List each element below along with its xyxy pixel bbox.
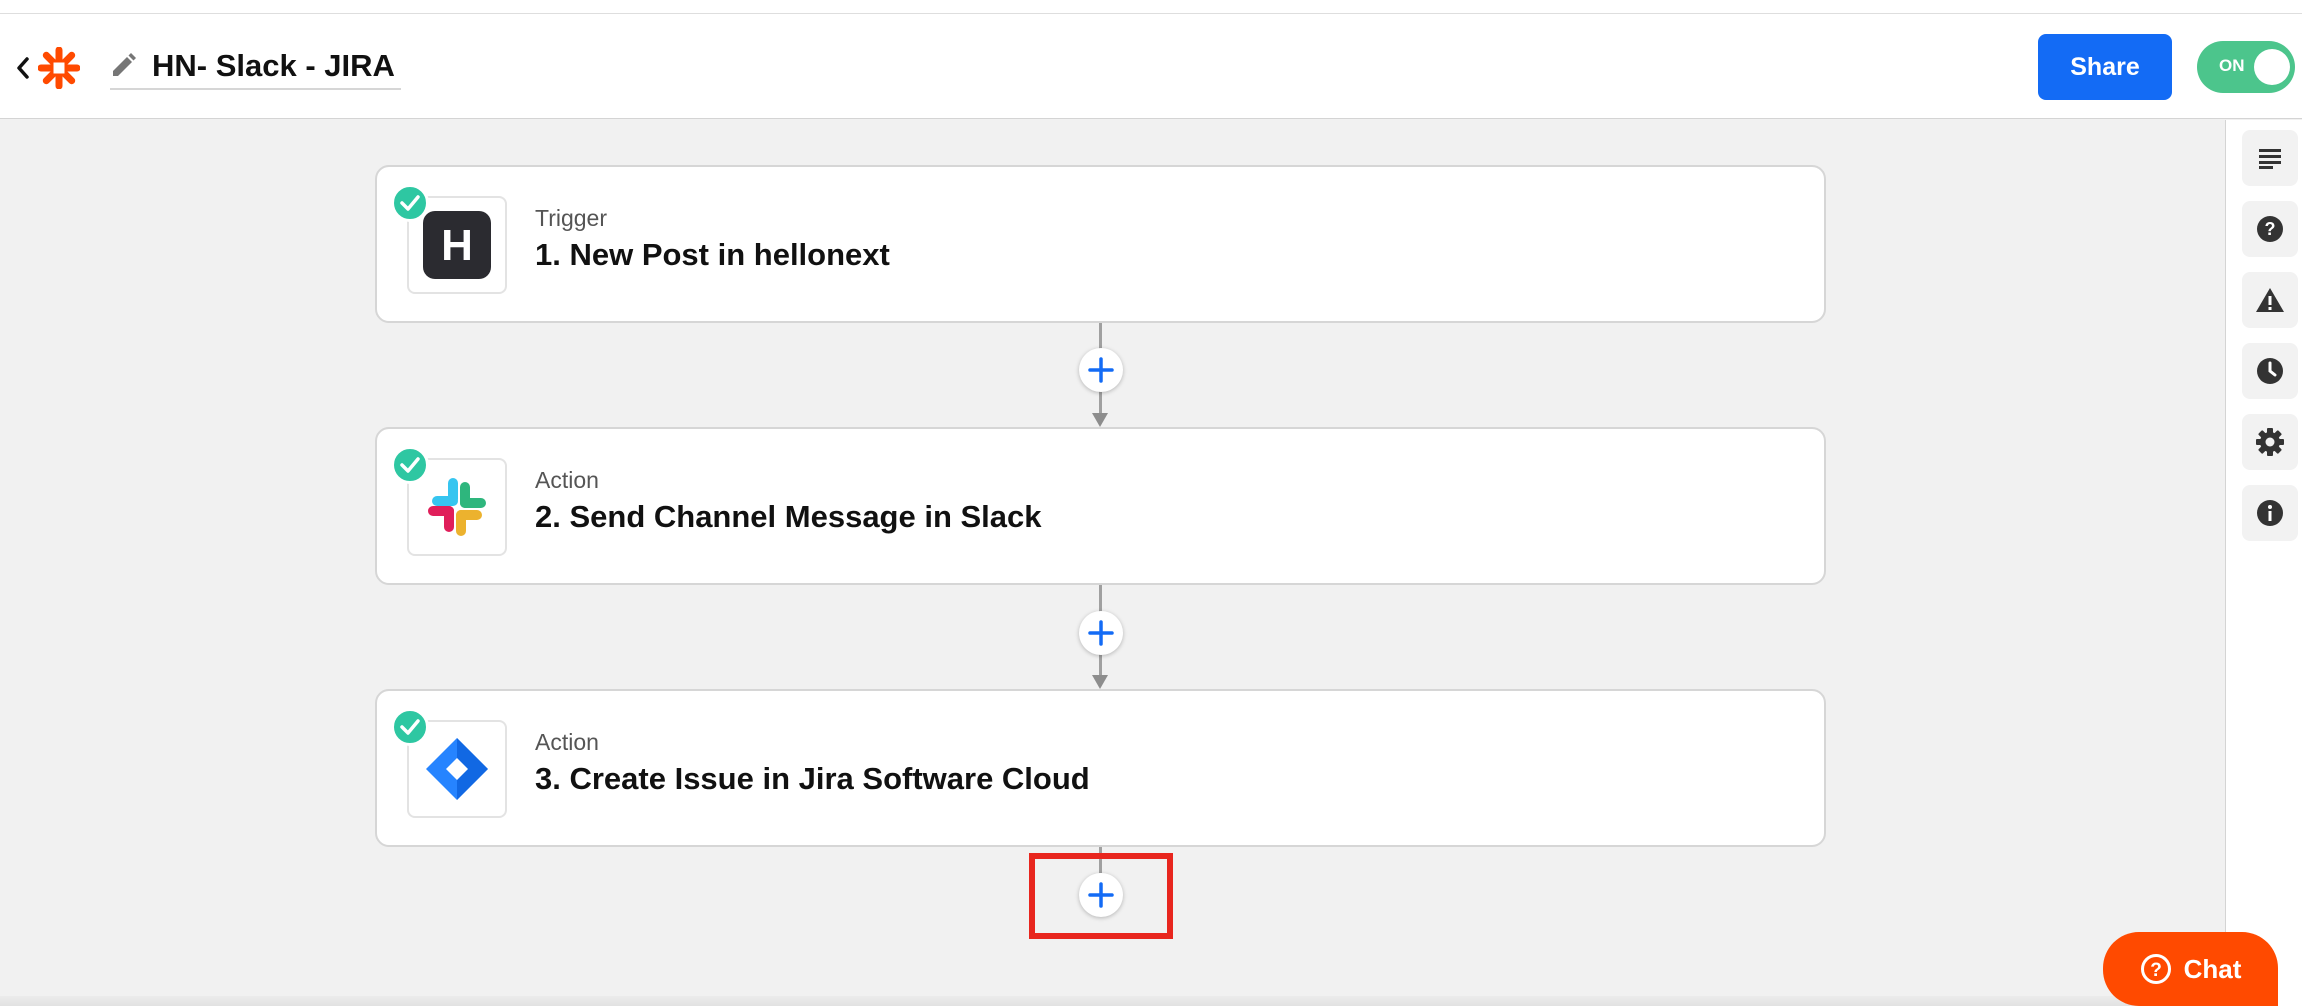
details-button[interactable] [2242,130,2298,186]
gear-icon [2256,428,2284,456]
warnings-button[interactable] [2242,272,2298,328]
add-step-button[interactable] [1079,611,1123,655]
history-icon [2257,358,2283,384]
step-type-label: Action [535,467,599,493]
step-card-trigger[interactable]: H Trigger 1. New Post in hellonext [375,165,1826,323]
hellonext-app-icon: H [423,211,491,279]
top-strip [0,0,2302,14]
jira-app-icon [426,738,488,800]
arrow-down-icon [1092,675,1108,689]
step-title: 3. Create Issue in Jira Software Cloud [535,761,1090,796]
warning-icon [2256,288,2284,312]
step-type-label: Action [535,729,599,755]
zap-title-editor[interactable]: HN- Slack - JIRA [110,44,401,90]
chevron-left-icon [17,57,29,79]
add-step-button[interactable] [1079,348,1123,392]
bottom-shadow [0,996,2225,1006]
step-type-label: Trigger [535,205,607,231]
step-card-action-jira[interactable]: Action 3. Create Issue in Jira Software … [375,689,1826,847]
check-icon [391,446,429,484]
arrow-down-icon [1092,413,1108,427]
highlight-box [1029,853,1173,939]
share-button[interactable]: Share [2038,34,2172,100]
check-icon [391,184,429,222]
right-sidebar: ? [2225,120,2302,1006]
back-button[interactable] [10,50,36,86]
toggle-label: ON [2219,56,2245,75]
help-icon: ? [2257,216,2283,242]
plus-icon [1088,620,1114,646]
zap-title: HN- Slack - JIRA [152,48,395,83]
details-icon [2259,149,2281,169]
svg-text:?: ? [2265,219,2276,239]
chat-button[interactable]: ? Chat [2103,932,2278,1006]
pencil-icon [110,51,140,81]
history-button[interactable] [2242,343,2298,399]
help-circle-icon: ? [2140,954,2171,984]
editor-header: HN- Slack - JIRA Share ON [0,14,2302,119]
zapier-logo-icon[interactable] [37,46,81,90]
toggle-knob [2254,49,2290,85]
info-icon [2257,500,2283,526]
step-title: 1. New Post in hellonext [535,237,890,272]
check-icon [391,708,429,746]
chat-label: Chat [2183,953,2242,984]
slack-app-icon [428,478,486,536]
help-button[interactable]: ? [2242,201,2298,257]
settings-button[interactable] [2242,414,2298,470]
svg-text:H: H [441,221,473,270]
info-button[interactable] [2242,485,2298,541]
step-card-action-slack[interactable]: Action 2. Send Channel Message in Slack [375,427,1826,585]
plus-icon [1088,357,1114,383]
zap-on-toggle[interactable]: ON [2197,41,2295,93]
svg-text:?: ? [2150,960,2162,981]
step-title: 2. Send Channel Message in Slack [535,499,1042,534]
